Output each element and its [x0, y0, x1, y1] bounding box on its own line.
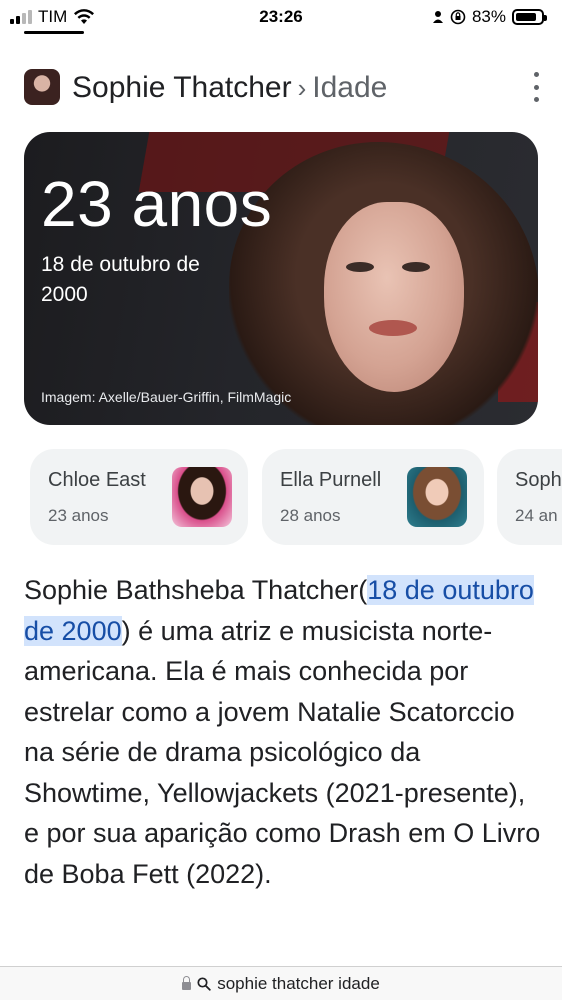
description-text: ) é uma atriz e musicista norte-american…	[24, 615, 541, 889]
portrait-eye	[402, 262, 430, 272]
battery-percent: 83%	[471, 7, 506, 26]
battery-icon	[512, 9, 547, 25]
related-person-card[interactable]: Chloe East 23 anos	[30, 449, 248, 545]
birth-date: 18 de outubro de 2000	[41, 253, 200, 306]
orientation-lock-icon	[450, 9, 466, 25]
person-icon	[432, 11, 443, 23]
related-person-name: Chloe East	[48, 469, 146, 491]
status-bar: TIM 23:26 83%	[0, 0, 562, 34]
portrait-lips	[369, 320, 417, 336]
status-left: TIM	[10, 7, 95, 27]
attribute-name: Idade	[312, 71, 388, 104]
carrier-label: TIM	[38, 7, 68, 26]
related-person-card[interactable]: Ella Purnell 28 anos	[262, 449, 484, 545]
related-person-age: 28 anos	[280, 506, 341, 525]
portrait-eye	[346, 262, 374, 272]
entity-description: Sophie Bathsheba Thatcher(18 de outubro …	[24, 570, 544, 894]
related-person-age: 23 anos	[48, 506, 109, 525]
related-person-age: 24 an	[515, 506, 558, 525]
related-person-card[interactable]: Sophi 24 an	[497, 449, 562, 545]
url-query[interactable]: sophie thatcher idade	[217, 974, 380, 994]
related-person-name: Ella Purnell	[280, 469, 382, 491]
wifi-icon	[74, 9, 95, 24]
page-title[interactable]: Sophie Thatcher › Idade	[72, 71, 387, 105]
portrait-face	[324, 202, 464, 392]
entity-name[interactable]: Sophie Thatcher	[72, 71, 292, 104]
related-person-name: Sophi	[515, 469, 562, 491]
description-text: Sophie Bathsheba Thatcher(	[24, 575, 368, 605]
related-person-photo	[172, 467, 232, 527]
breadcrumb-separator: ›	[297, 73, 307, 103]
age-value: 23 anos	[41, 168, 273, 240]
image-credit: Imagem: Axelle/Bauer-Griffin, FilmMagic	[41, 389, 292, 405]
battery-fill	[516, 13, 536, 21]
age-hero-card[interactable]: 23 anos 18 de outubro de 2000 Imagem: Ax…	[24, 132, 538, 425]
address-bar[interactable]: sophie thatcher idade	[0, 966, 562, 1000]
entity-avatar[interactable]	[24, 69, 60, 105]
signal-icon	[10, 10, 32, 24]
tab-indicator	[24, 31, 84, 34]
lock-icon	[182, 975, 192, 990]
search-icon	[197, 976, 211, 991]
related-people-carousel[interactable]: Chloe East 23 anos Ella Purnell 28 anos …	[30, 449, 562, 545]
more-options-icon[interactable]	[530, 72, 542, 102]
knowledge-header: Sophie Thatcher › Idade	[0, 44, 562, 134]
status-right: 83%	[432, 7, 547, 27]
related-person-photo	[407, 467, 467, 527]
